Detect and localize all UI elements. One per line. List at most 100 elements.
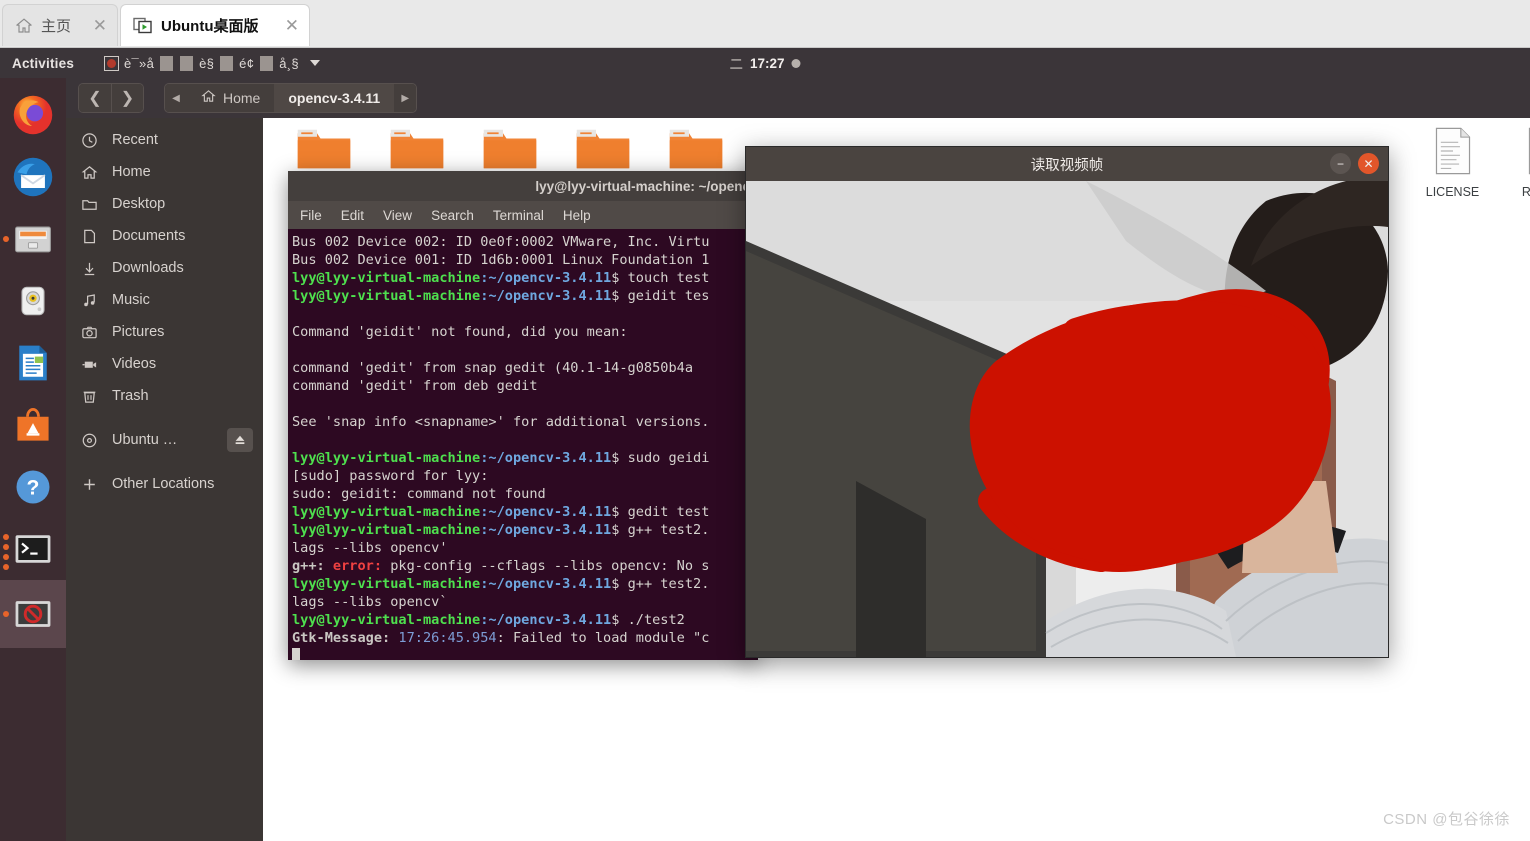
browser-tab-home[interactable]: 主页 ✕ (2, 4, 118, 46)
file-label: LICENSE (1425, 185, 1480, 199)
sidebar-item-videos[interactable]: Videos (66, 348, 263, 380)
terminal-titlebar[interactable]: lyy@lyy-virtual-machine: ~/openc (288, 171, 758, 201)
text-file-icon (1435, 127, 1470, 175)
document-icon (80, 227, 98, 245)
menu-view[interactable]: View (383, 208, 412, 223)
tab-label: 主页 (41, 18, 72, 35)
dock-item-libreoffice-writer[interactable] (0, 332, 66, 394)
webcam-image (746, 181, 1388, 657)
eject-button[interactable] (227, 428, 253, 452)
sidebar-item-label: Desktop (112, 196, 166, 212)
back-button[interactable]: ❮ (79, 84, 111, 112)
terminal-line: command 'gedit' from snap gedit (40.1-14… (292, 360, 694, 376)
dock-item-blocked-app[interactable] (0, 580, 66, 648)
terminal-line: Bus 002 Device 001: ID 1d6b:0001 Linux F… (292, 252, 710, 268)
terminal-line: sudo: geidit: command not found (292, 486, 546, 502)
home-icon (201, 89, 216, 107)
sidebar-item-other-locations[interactable]: Other Locations (66, 468, 263, 500)
file-item-license[interactable]: LICENSE (1406, 126, 1499, 214)
ime-label-3: é¢ (239, 55, 255, 71)
sidebar-item-trash[interactable]: Trash (66, 380, 263, 412)
video-frame (746, 181, 1388, 657)
breadcrumb-scroll-left[interactable]: ◀ (165, 84, 187, 112)
file-item-readme[interactable]: READ… mc (1499, 126, 1530, 214)
forward-button[interactable]: ❯ (111, 84, 143, 112)
disc-icon (80, 431, 98, 449)
sidebar-item-downloads[interactable]: Downloads (66, 252, 263, 284)
browser-tab-strip: 主页 ✕ Ubuntu桌面版 ✕ (0, 0, 1530, 48)
menu-file[interactable]: File (300, 208, 322, 223)
menu-search[interactable]: Search (431, 208, 474, 223)
download-icon (80, 259, 98, 277)
sidebar-item-label: Recent (112, 132, 158, 148)
close-button[interactable]: ✕ (1358, 153, 1379, 174)
missing-glyph-box (180, 55, 194, 71)
dock-item-thunderbird[interactable] (0, 146, 66, 208)
dock-item-terminal[interactable] (0, 518, 66, 580)
minimize-button[interactable]: − (1330, 153, 1351, 174)
breadcrumb-label: Home (223, 90, 261, 106)
activities-button[interactable]: Activities (12, 56, 74, 71)
menu-help[interactable]: Help (563, 208, 591, 223)
screen: 主页 ✕ Ubuntu桌面版 ✕ Activities è¯»å è§ é¢ å¸§ … (0, 0, 1530, 841)
terminal-line: See 'snap info <snapname>' for additiona… (292, 414, 710, 430)
clock-weekday: 二 (729, 57, 743, 72)
browser-tab-ubuntu-desktop[interactable]: Ubuntu桌面版 ✕ (120, 4, 310, 46)
close-icon[interactable]: ✕ (93, 17, 107, 34)
terminal-line: lyy@lyy-virtual-machine:~/opencv-3.4.11$… (292, 288, 710, 304)
folder-icon (297, 129, 350, 169)
menu-terminal[interactable]: Terminal (493, 208, 544, 223)
sidebar-item-documents[interactable]: Documents (66, 220, 263, 252)
dock-item-files[interactable] (0, 208, 66, 270)
dock-item-help[interactable]: ? (0, 456, 66, 518)
missing-glyph-box (220, 55, 234, 71)
files-icon (15, 226, 51, 253)
breadcrumb-item-opencv[interactable]: opencv-3.4.11 (274, 84, 395, 112)
sidebar-item-home[interactable]: Home (66, 156, 263, 188)
ubuntu-software-icon (17, 408, 49, 441)
dock-item-firefox[interactable] (0, 84, 66, 146)
terminal-line: Bus 002 Device 002: ID 0e0f:0002 VMware,… (292, 234, 710, 250)
sidebar-item-label: Documents (112, 228, 186, 244)
file-manager-sidebar: Recent Home Desktop Documents Downloads … (66, 118, 263, 841)
breadcrumb-scroll-right[interactable]: ▶ (394, 84, 417, 112)
text-file-icon (1528, 127, 1530, 175)
sidebar-item-music[interactable]: Music (66, 284, 263, 316)
close-icon[interactable]: ✕ (285, 17, 299, 34)
terminal-line: lags --libs opencv` (292, 594, 448, 610)
sidebar-item-recent[interactable]: Recent (66, 124, 263, 156)
video-camera-icon (80, 355, 98, 373)
folder-icon (576, 129, 629, 169)
thunderbird-icon (13, 157, 53, 197)
running-indicator (3, 564, 9, 570)
firefox-icon (13, 95, 53, 135)
watermark: CSDN @包谷徐徐 (1383, 811, 1510, 828)
terminal-output[interactable]: Bus 002 Device 002: ID 0e0f:0002 VMware,… (288, 229, 758, 660)
terminal-menubar: File Edit View Search Terminal Help (288, 201, 758, 229)
sidebar-divider (66, 456, 263, 468)
sidebar-item-pictures[interactable]: Pictures (66, 316, 263, 348)
dock-item-rhythmbox[interactable] (0, 270, 66, 332)
running-indicator (3, 611, 9, 617)
rhythmbox-icon (21, 286, 45, 316)
video-titlebar[interactable]: 读取视频帧 − ✕ (746, 147, 1388, 181)
input-method-indicator[interactable]: è¯»å è§ é¢ å¸§ (104, 55, 320, 71)
sidebar-item-desktop[interactable]: Desktop (66, 188, 263, 220)
running-indicator (3, 554, 9, 560)
sidebar-item-ubuntu-disc[interactable]: Ubuntu … (66, 424, 263, 456)
folder-icon (669, 129, 722, 169)
dock-item-ubuntu-software[interactable] (0, 394, 66, 456)
clock-menu[interactable]: 二 17:27 (729, 53, 801, 73)
folder-icon (80, 195, 98, 213)
sidebar-item-label: Videos (112, 356, 157, 372)
navigation-buttons: ❮ ❯ (78, 83, 144, 113)
file-label: READ… mc (1521, 185, 1530, 199)
video-title-label: 读取视频帧 (1030, 157, 1104, 174)
breadcrumb-item-home[interactable]: Home (187, 84, 275, 112)
ime-label-2: è§ (199, 55, 215, 71)
menu-edit[interactable]: Edit (341, 208, 364, 223)
clock-icon (80, 131, 98, 149)
terminal-line: command 'gedit' from deb gedit (292, 378, 538, 394)
